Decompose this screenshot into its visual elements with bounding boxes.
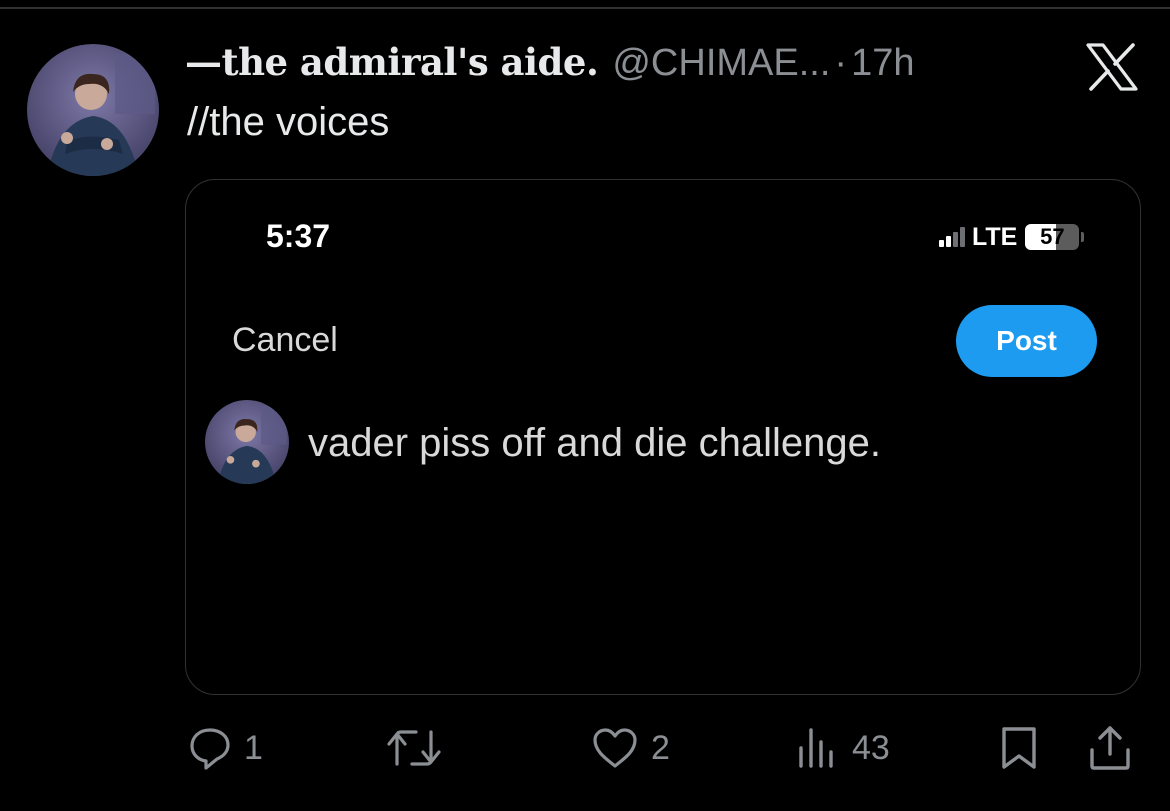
battery-icon: 57	[1025, 224, 1080, 250]
like-button[interactable]: 2	[591, 720, 670, 776]
network-label: LTE	[972, 222, 1018, 251]
reply-icon	[188, 726, 232, 770]
view-count: 43	[852, 728, 890, 767]
share-button[interactable]	[1088, 720, 1132, 776]
retweet-button[interactable]	[386, 720, 442, 776]
status-bar-time: 5:37	[266, 218, 331, 254]
bookmark-icon	[999, 725, 1039, 771]
post-button: Post	[956, 305, 1097, 377]
separator-dot: ·	[834, 42, 848, 84]
media-attachment[interactable]: 5:37 LTE 57 Cancel Post vader piss off a…	[185, 179, 1141, 695]
like-count: 2	[651, 728, 670, 767]
compose-avatar	[205, 400, 289, 484]
tweet-header: —the admiral's aide. @CHIMAE... · 17h	[185, 40, 914, 90]
share-icon	[1088, 724, 1132, 772]
reply-count: 1	[244, 728, 263, 767]
cancel-button: Cancel	[232, 321, 338, 359]
x-logo-icon	[1086, 43, 1138, 91]
post-time[interactable]: 17h	[851, 42, 914, 85]
battery-percent: 57	[1040, 224, 1065, 249]
author-avatar[interactable]	[27, 44, 159, 176]
signal-strength-icon	[939, 227, 965, 247]
views-button[interactable]: 43	[796, 720, 890, 776]
bookmark-button[interactable]	[999, 720, 1039, 776]
display-name[interactable]: —the admiral's aide.	[185, 40, 599, 84]
heart-icon	[591, 726, 639, 770]
views-chart-icon	[796, 726, 840, 770]
user-handle[interactable]: @CHIMAE...	[612, 42, 830, 85]
reply-button[interactable]: 1	[188, 720, 263, 776]
action-bar: 1 2 43	[0, 720, 1170, 780]
draft-text: vader piss off and die challenge.	[308, 421, 881, 465]
retweet-icon	[386, 726, 442, 770]
status-bar-indicators: LTE 57	[939, 220, 1085, 254]
top-divider	[0, 7, 1170, 9]
tweet-text: //the voices	[187, 100, 390, 144]
battery-tip	[1081, 232, 1085, 242]
